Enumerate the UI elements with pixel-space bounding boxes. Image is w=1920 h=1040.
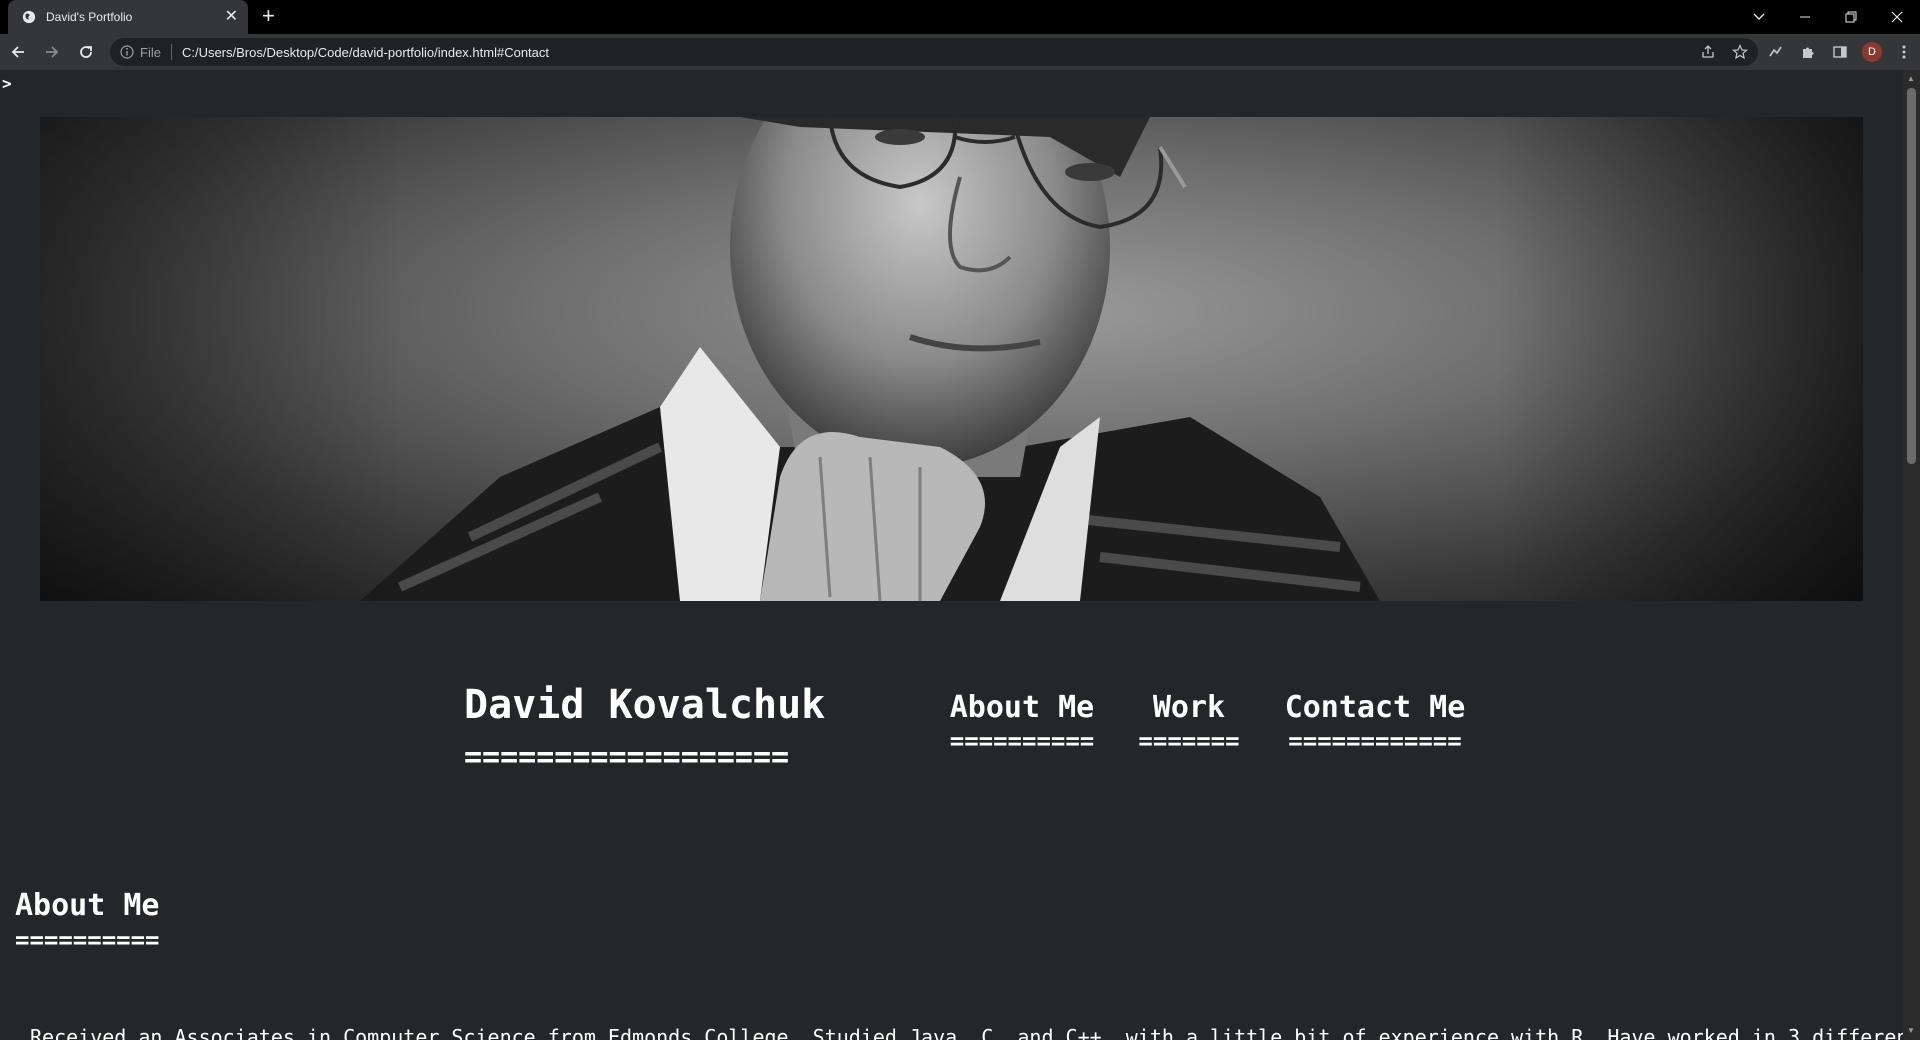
bookmark-star-icon[interactable] xyxy=(1732,44,1748,60)
close-tab-icon[interactable]: ✕ xyxy=(225,9,238,25)
nav-link-underline: ======= xyxy=(1138,727,1240,755)
scrollbar-thumb[interactable] xyxy=(1907,88,1916,464)
browser-toolbar: File C:/Users/Bros/Desktop/Code/david-po… xyxy=(0,34,1920,70)
omnibox-actions xyxy=(1700,44,1748,60)
scroll-up-icon[interactable]: ▲ xyxy=(1907,74,1915,83)
forward-icon[interactable] xyxy=(36,36,68,68)
share-icon[interactable] xyxy=(1700,44,1716,60)
address-bar[interactable]: File C:/Users/Bros/Desktop/Code/david-po… xyxy=(110,38,1758,66)
hero-portrait-image xyxy=(40,117,1863,601)
about-paragraph: Received an Associates in Computer Scien… xyxy=(30,1025,1903,1040)
tab-strip: David's Portfolio ✕ + xyxy=(0,0,1920,34)
close-window-icon[interactable] xyxy=(1874,0,1920,34)
extension-icon[interactable] xyxy=(1760,36,1792,68)
page-viewport: > David Kovalchuk ================== Abo… xyxy=(0,70,1903,1040)
profile-avatar[interactable]: D xyxy=(1856,36,1888,68)
globe-icon xyxy=(22,10,36,24)
divider xyxy=(170,44,172,60)
new-tab-button[interactable]: + xyxy=(262,5,275,27)
nav-link-underline: ========== xyxy=(949,727,1095,755)
tab-search-icon[interactable] xyxy=(1736,0,1782,34)
side-panel-icon[interactable] xyxy=(1824,36,1856,68)
nav-link-label: About Me xyxy=(949,690,1095,725)
extensions-area: D xyxy=(1760,36,1920,68)
nav-link-work[interactable]: Work ======= xyxy=(1126,690,1252,755)
window-controls xyxy=(1736,0,1920,34)
nav-link-label: Contact Me xyxy=(1284,690,1466,725)
site-owner-name: David Kovalchuk xyxy=(464,682,826,728)
nav-link-label: Work xyxy=(1152,690,1226,725)
nav-link-contact[interactable]: Contact Me ============ xyxy=(1268,690,1482,755)
tab-title: David's Portfolio xyxy=(46,10,133,24)
restore-icon[interactable] xyxy=(1828,0,1874,34)
about-underline: ========== xyxy=(15,926,160,954)
browser-tab[interactable]: David's Portfolio ✕ xyxy=(8,0,248,34)
url-text[interactable]: C:/Users/Bros/Desktop/Code/david-portfol… xyxy=(182,45,549,60)
reload-icon[interactable] xyxy=(70,36,102,68)
nav-link-underline: ============ xyxy=(1288,727,1462,755)
about-heading: About Me xyxy=(15,888,160,923)
info-icon[interactable] xyxy=(120,45,134,59)
puzzle-icon[interactable] xyxy=(1792,36,1824,68)
back-icon[interactable] xyxy=(2,36,34,68)
vertical-scrollbar[interactable]: ▲ ▼ xyxy=(1903,70,1920,1040)
scheme-label: File xyxy=(140,44,161,60)
minimize-icon[interactable] xyxy=(1782,0,1828,34)
scroll-down-icon[interactable]: ▼ xyxy=(1907,1026,1915,1035)
menu-kebab-icon[interactable] xyxy=(1888,36,1920,68)
name-underline: ================== xyxy=(464,740,790,775)
nav-link-about[interactable]: About Me ========== xyxy=(932,690,1112,755)
portrait-illustration xyxy=(40,117,1863,601)
collapse-caret[interactable]: > xyxy=(2,74,12,93)
